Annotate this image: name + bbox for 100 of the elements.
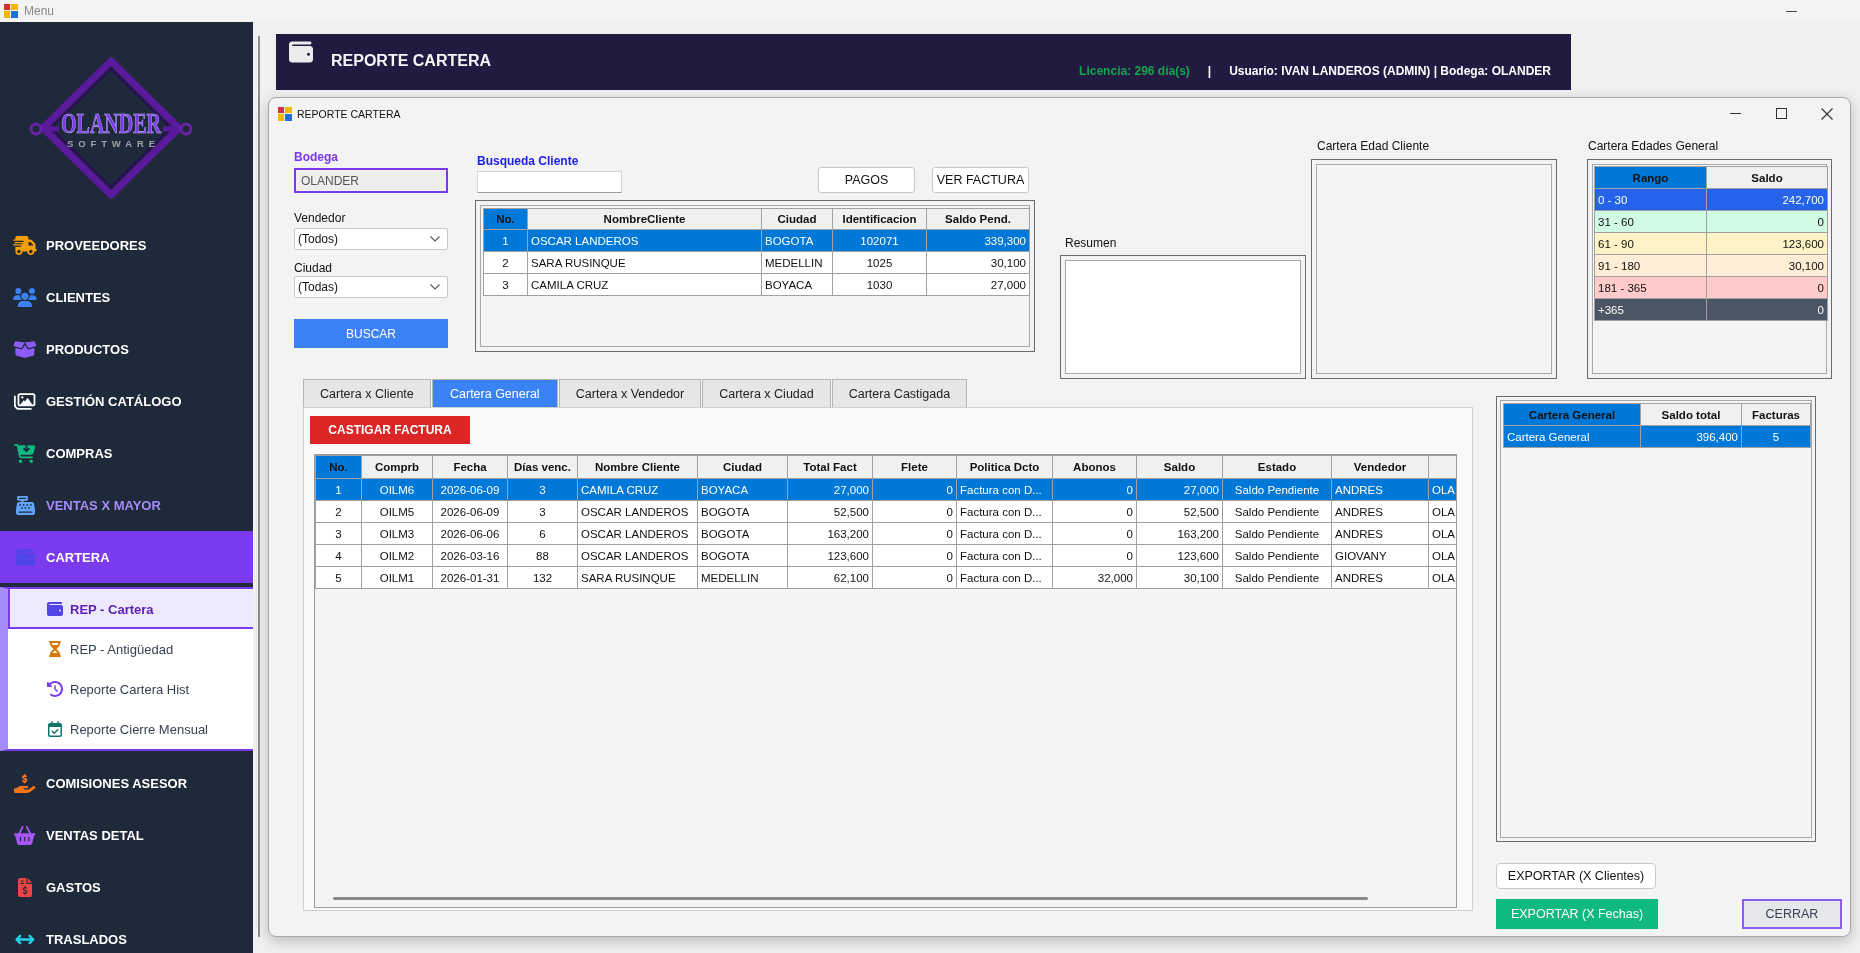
column-header[interactable]: Saldo total	[1640, 403, 1742, 426]
sidebar-item[interactable]: VENTAS DETAL	[0, 809, 253, 861]
horizontal-scrollbar[interactable]	[333, 897, 1368, 900]
table-cell: 0	[1052, 500, 1137, 523]
close-icon[interactable]	[1821, 107, 1833, 120]
column-header[interactable]: Facturas	[1741, 403, 1811, 426]
tab[interactable]: Cartera x Cliente	[303, 379, 431, 407]
column-header[interactable]: No.	[483, 208, 528, 230]
table-cell: 132	[507, 566, 578, 589]
column-header[interactable]: Identificacion	[832, 208, 927, 230]
table-cell: 339,300	[926, 229, 1030, 252]
table-row[interactable]: 31 - 60 0	[1594, 210, 1828, 233]
sidebar-item[interactable]: GASTOS	[0, 861, 253, 913]
images-icon	[14, 391, 36, 411]
tab[interactable]: Cartera x Vendedor	[558, 379, 702, 407]
table-row[interactable]: 2 SARA RUSINQUE MEDELLIN 1025 30,100	[483, 251, 1030, 274]
table-cell: GIOVANY	[1331, 544, 1429, 567]
tab[interactable]: Cartera General	[431, 379, 558, 407]
column-header[interactable]: Ciudad	[697, 455, 788, 479]
table-cell: 2026-03-16	[432, 544, 508, 567]
table-cell: +365	[1594, 298, 1707, 321]
table-row[interactable]: 61 - 90 123,600	[1594, 232, 1828, 255]
column-header[interactable]: Fecha	[432, 455, 508, 479]
minimize-icon[interactable]	[1729, 113, 1741, 114]
table-cell: 181 - 365	[1594, 276, 1707, 299]
sidebar-item[interactable]: COMPRAS	[0, 427, 253, 479]
sidebar-item[interactable]: CLIENTES	[0, 271, 253, 323]
table-cell: 27,000	[1136, 478, 1223, 501]
table-row[interactable]: 0 - 30 242,700	[1594, 188, 1828, 211]
column-header[interactable]: Total Fact	[787, 455, 873, 479]
column-header[interactable]: Ciudad	[761, 208, 833, 230]
table-cell: MEDELLIN	[761, 251, 833, 274]
column-header[interactable]: Saldo Pend.	[926, 208, 1030, 230]
tab[interactable]: Cartera x Ciudad	[702, 379, 831, 407]
table-row[interactable]: 5 OILM1 2026-01-31 132 SARA RUSINQUE MEDELLIN 62,100 0 Factura con D... 32,000 30,100 Saldo Pendiente ANDRES OLA	[315, 566, 1456, 589]
column-header[interactable]: Nombre Cliente	[577, 455, 698, 479]
table-row[interactable]: 1 OILM6 2026-06-09 3 CAMILA CRUZ BOYACA 27,000 0 Factura con D... 0 27,000 Saldo Pendiente ANDRES OLA	[315, 478, 1456, 501]
table-cell: 123,600	[787, 544, 873, 567]
dropdown[interactable]: (Todos)	[294, 228, 448, 250]
table-cell: 242,700	[1706, 188, 1828, 211]
table-row[interactable]: +365 0	[1594, 298, 1828, 321]
app-icon	[4, 4, 18, 18]
column-header[interactable]: Politica Dcto	[956, 455, 1053, 479]
table-cell: ANDRES	[1331, 500, 1429, 523]
column-header[interactable]: Rango	[1594, 166, 1707, 189]
table-cell: 2026-06-09	[432, 500, 508, 523]
table-cell: 27,000	[926, 273, 1030, 296]
table-row[interactable]: 91 - 180 30,100	[1594, 254, 1828, 277]
sidebar-item[interactable]: COMISIONES ASESOR	[0, 757, 253, 809]
sidebar-item[interactable]: TRASLADOS	[0, 913, 253, 953]
column-header[interactable]: Saldo	[1706, 166, 1828, 189]
column-header[interactable]: NombreCliente	[527, 208, 762, 230]
table-row[interactable]: 1 OSCAR LANDEROS BOGOTA 102071 339,300	[483, 229, 1030, 252]
sidebar-item[interactable]: VENTAS X MAYOR	[0, 479, 253, 531]
column-header[interactable]: Saldo	[1136, 455, 1223, 479]
table-row[interactable]: Cartera General 396,400 5	[1503, 425, 1811, 448]
column-header[interactable]: Comprb	[361, 455, 433, 479]
dropdown[interactable]: (Todas)	[294, 276, 448, 298]
column-header[interactable]: No.	[315, 455, 362, 479]
export-button[interactable]: EXPORTAR (X Clientes)	[1496, 863, 1656, 889]
column-header[interactable]: Estado	[1222, 455, 1332, 479]
table-cell: 1	[315, 478, 362, 501]
sidebar-item[interactable]: PROVEEDORES	[0, 219, 253, 271]
table-row[interactable]: 2 OILM5 2026-06-09 3 OSCAR LANDEROS BOGOTA 52,500 0 Factura con D... 0 52,500 Saldo Pendiente ANDRES OLA	[315, 500, 1456, 523]
action-button[interactable]: VER FACTURA	[932, 167, 1029, 193]
table-row[interactable]: 181 - 365 0	[1594, 276, 1828, 299]
column-header[interactable]: Flete	[872, 455, 957, 479]
column-header[interactable]: Cartera General	[1503, 403, 1641, 426]
table-cell: BOYACA	[761, 273, 833, 296]
search-button[interactable]: BUSCAR	[294, 319, 448, 348]
close-button[interactable]: CERRAR	[1742, 899, 1842, 929]
sidebar-item[interactable]: PRODUCTOS	[0, 323, 253, 375]
column-header[interactable]: Vendedor	[1331, 455, 1429, 479]
logo-wordmark: OLANDER	[61, 107, 161, 139]
table-cell: 52,500	[787, 500, 873, 523]
sidebar-item[interactable]: GESTIÓN CATÁLOGO	[0, 375, 253, 427]
maximize-icon[interactable]	[1775, 108, 1787, 119]
license-text: Licencia: 296 día(s)	[1079, 64, 1190, 78]
table-row[interactable]: 3 OILM3 2026-06-06 6 OSCAR LANDEROS BOGOTA 163,200 0 Factura con D... 0 163,200 Saldo Pendiente ANDRES OLA	[315, 522, 1456, 545]
table-cell: SARA RUSINQUE	[527, 251, 762, 274]
table-row[interactable]: 4 OILM2 2026-03-16 88 OSCAR LANDEROS BOGOTA 123,600 0 Factura con D... 0 123,600 Saldo Pendiente GIOVANY OLA	[315, 544, 1456, 567]
submenu-item[interactable]: REP - Cartera	[8, 589, 253, 629]
table-row[interactable]: 3 CAMILA CRUZ BOYACA 1030 27,000	[483, 273, 1030, 296]
minimize-icon[interactable]	[1786, 10, 1797, 12]
action-button[interactable]: PAGOS	[818, 167, 915, 193]
table-cell: 91 - 180	[1594, 254, 1707, 277]
search-field[interactable]	[477, 171, 622, 193]
table-cell: 0	[1706, 298, 1828, 321]
table-cell: 0	[1052, 522, 1137, 545]
section-label: Cartera Edades General	[1588, 139, 1719, 154]
tab[interactable]: Cartera Castigada	[831, 379, 968, 407]
castigar-button[interactable]: CASTIGAR FACTURA	[310, 416, 470, 444]
column-header[interactable]: Abonos	[1052, 455, 1137, 479]
table-cell: 4	[315, 544, 362, 567]
table-cell: CAMILA CRUZ	[527, 273, 762, 296]
column-header[interactable]: Días venc.	[507, 455, 578, 479]
sidebar-item[interactable]: CARTERA	[0, 531, 253, 583]
table-cell: MEDELLIN	[697, 566, 788, 589]
table-cell: BOGOTA	[761, 229, 833, 252]
chevron-down-icon	[430, 284, 440, 290]
